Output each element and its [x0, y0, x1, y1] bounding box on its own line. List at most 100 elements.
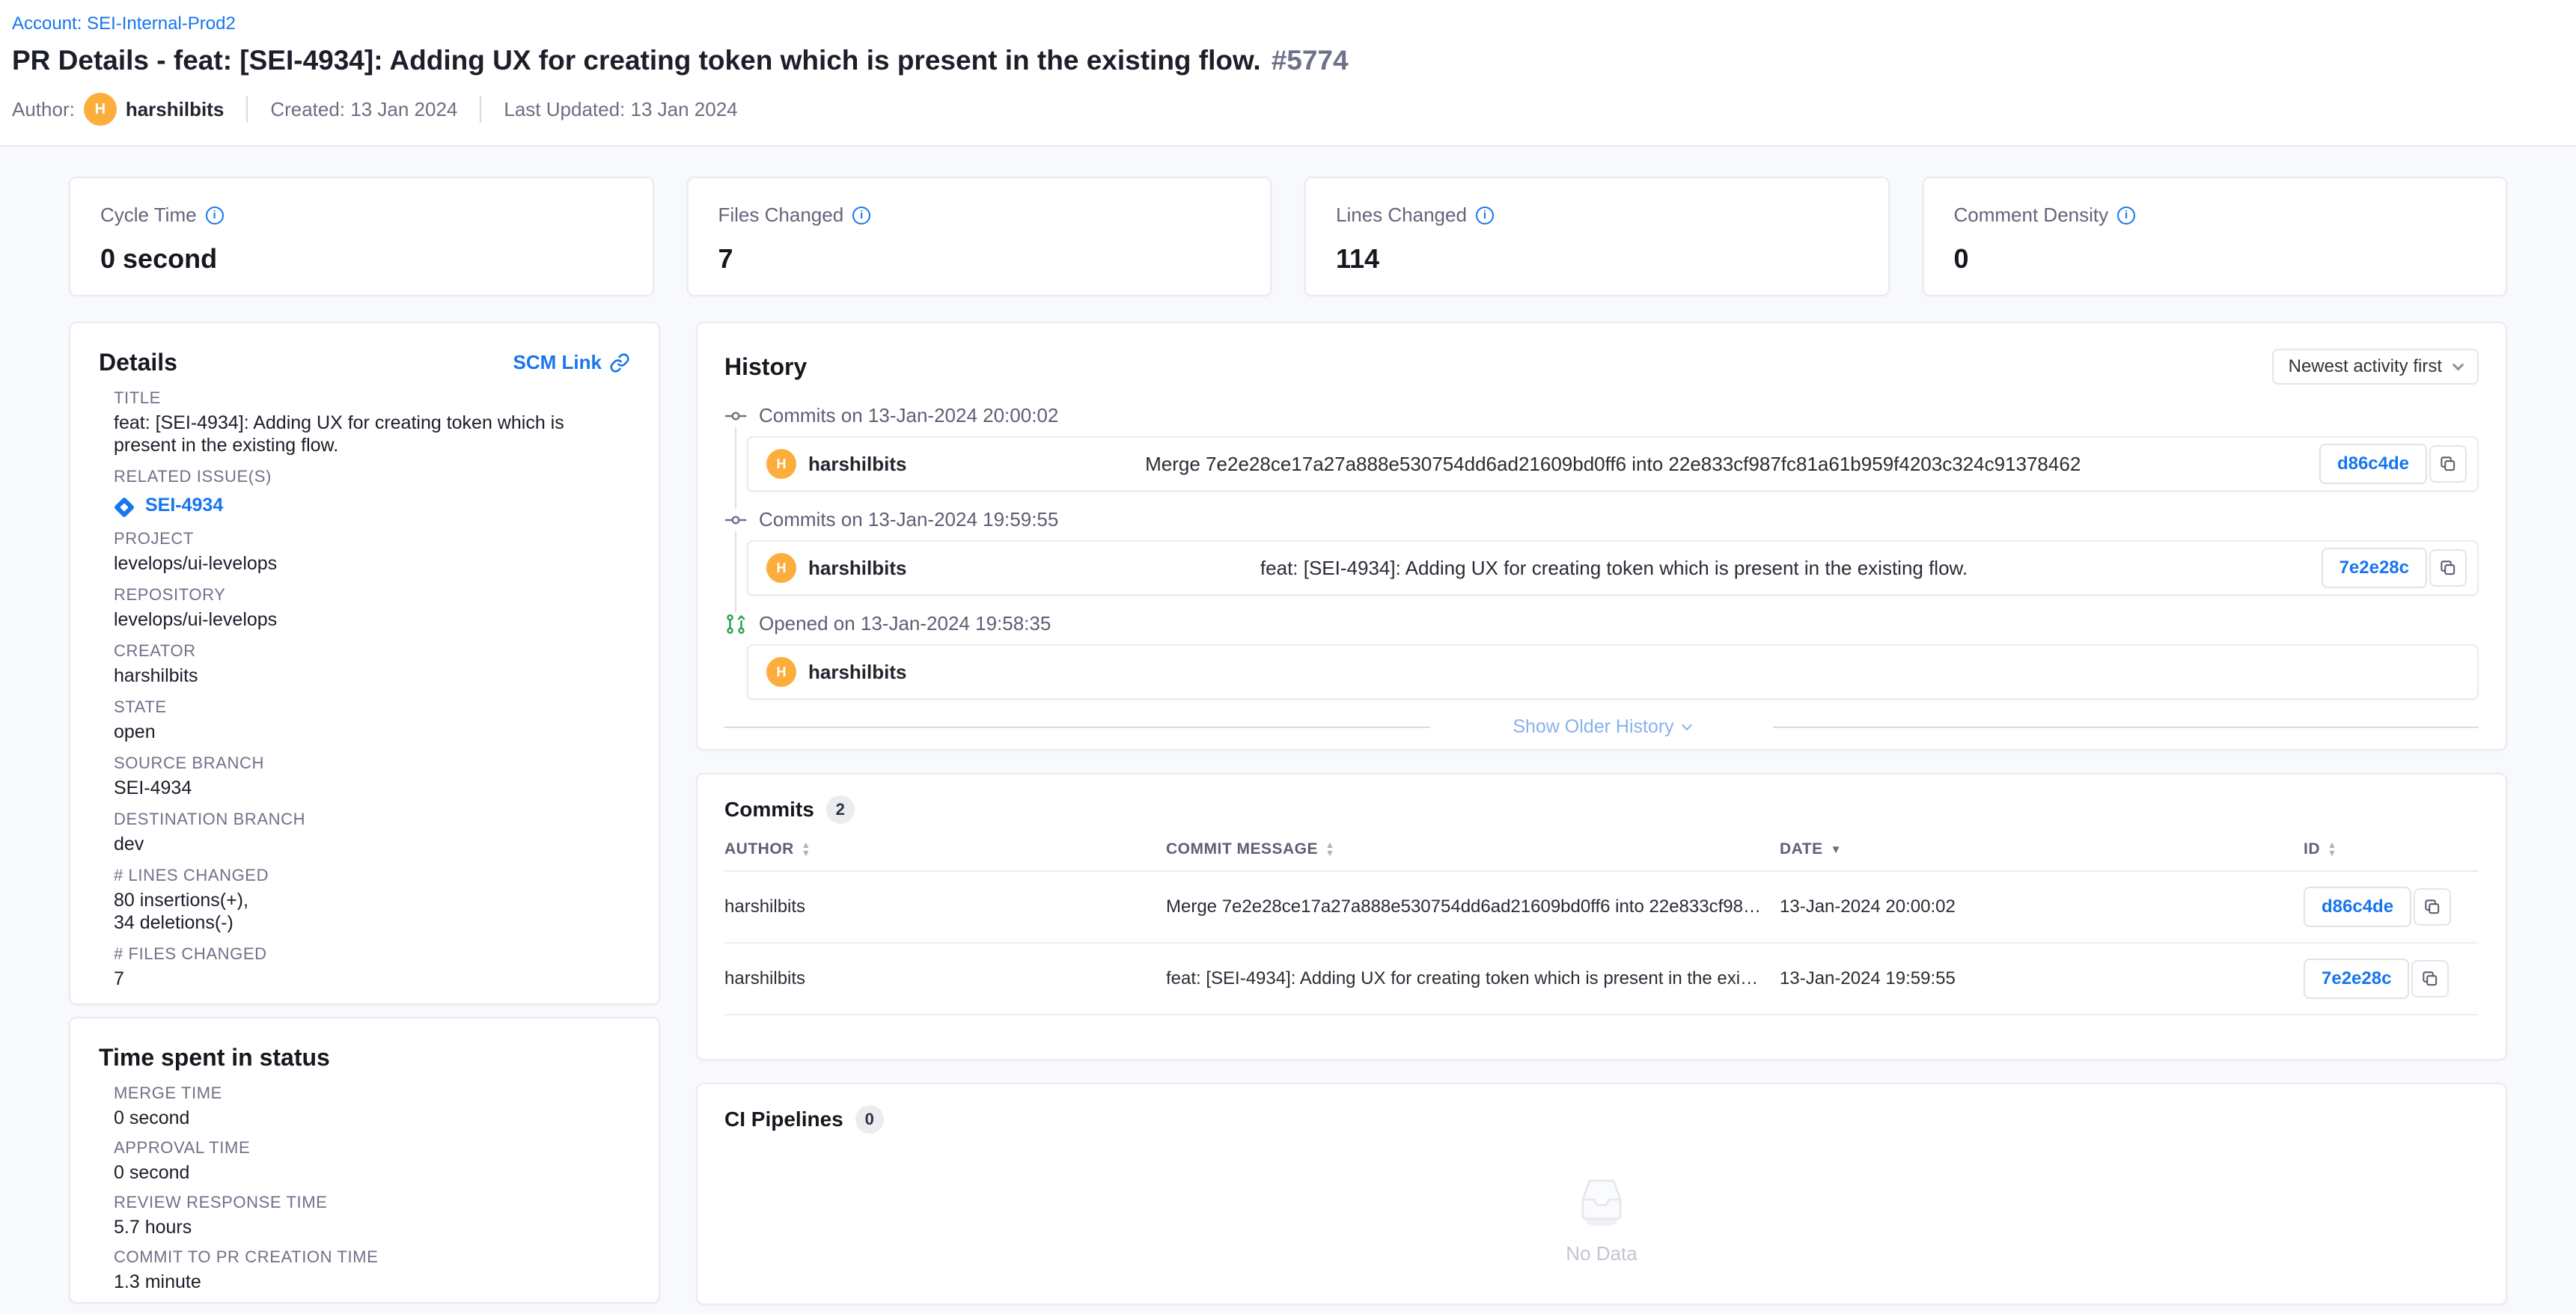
column-header-id[interactable]: ID [2304, 840, 2479, 858]
show-older-row: Show Older History [724, 716, 2479, 738]
inbox-icon [1569, 1167, 1634, 1232]
page-content: Cycle Time 0 second Files Changed 7 Line… [0, 147, 2576, 1305]
copy-icon[interactable] [2429, 549, 2467, 587]
account-breadcrumb-link[interactable]: Account: SEI-Internal-Prod2 [12, 13, 236, 34]
history-heading: History [724, 353, 807, 381]
commit-date: 13-Jan-2024 19:59:55 [1780, 968, 2304, 989]
metric-label: Comment Density [1954, 204, 2109, 227]
metric-value: 114 [1336, 243, 1858, 275]
column-header-commit-message[interactable]: COMMIT MESSAGE [1166, 840, 1780, 858]
detail-field-related-issues: RELATED ISSUE(S) SEI-4934 [114, 467, 630, 519]
time-field-review-response: REVIEW RESPONSE TIME 5.7 hours [114, 1193, 630, 1238]
metric-card-comment-density: Comment Density 0 [1923, 177, 2508, 296]
commit-hash-button[interactable]: d86c4de [2319, 444, 2427, 484]
history-event-card: H harshilbits Merge 7e2e28ce17a27a888e53… [747, 436, 2479, 492]
show-older-label: Show Older History [1513, 716, 1673, 738]
avatar: H [766, 657, 796, 687]
column-header-date[interactable]: DATE [1780, 840, 2304, 858]
info-icon[interactable] [206, 207, 224, 224]
copy-icon[interactable] [2429, 445, 2467, 483]
time-field-approval: APPROVAL TIME 0 second [114, 1138, 630, 1184]
metrics-row: Cycle Time 0 second Files Changed 7 Line… [69, 177, 2507, 296]
detail-field-lines-changed: # LINES CHANGED 80 insertions(+), 34 del… [114, 866, 630, 934]
ci-pipelines-panel: CI Pipelines 0 No Data [696, 1083, 2507, 1305]
details-heading: Details [99, 349, 177, 376]
sort-arrows-icon [2328, 841, 2337, 858]
ci-empty-state: No Data [724, 1150, 2479, 1283]
history-sort-dropdown[interactable]: Newest activity first [2272, 349, 2479, 385]
sort-arrows-icon [1325, 841, 1334, 858]
commit-table-row: harshilbits feat: [SEI-4934]: Adding UX … [724, 944, 2479, 1015]
related-issue-link[interactable]: SEI-4934 [114, 495, 223, 516]
copy-icon[interactable] [2414, 888, 2451, 926]
metric-card-lines-changed: Lines Changed 114 [1304, 177, 1890, 296]
metric-label: Lines Changed [1336, 204, 1467, 227]
scm-link-label: SCM Link [513, 351, 602, 374]
commit-hash-button[interactable]: d86c4de [2304, 887, 2411, 927]
author-name: harshilbits [808, 453, 906, 476]
column-header-author[interactable]: AUTHOR [724, 840, 1166, 858]
time-spent-panel: Time spent in status MERGE TIME 0 second… [69, 1017, 660, 1304]
info-icon[interactable] [2117, 207, 2135, 224]
details-panel: Details SCM Link [69, 322, 660, 1005]
ci-pipelines-count-badge: 0 [855, 1105, 884, 1134]
divider [724, 727, 1430, 728]
history-event-commit-1: Commits on 13-Jan-2024 20:00:02 H harshi… [724, 404, 2479, 492]
show-older-history-button[interactable]: Show Older History [1513, 716, 1690, 738]
pr-meta-row: Author: H harshilbits Created: 13 Jan 20… [12, 93, 2561, 126]
commits-count-badge: 2 [826, 795, 855, 824]
history-event-card: H harshilbits feat: [SEI-4934]: Adding U… [747, 540, 2479, 596]
detail-field-destination-branch: DESTINATION BRANCH dev [114, 810, 630, 855]
commit-message: feat: [SEI-4934]: Adding UX for creating… [906, 557, 2321, 580]
sort-dropdown-value: Newest activity first [2289, 356, 2442, 377]
scm-link[interactable]: SCM Link [513, 351, 630, 374]
metric-card-cycle-time: Cycle Time 0 second [69, 177, 654, 296]
commit-message: feat: [SEI-4934]: Adding UX for creating… [1166, 968, 1780, 989]
time-field-merge: MERGE TIME 0 second [114, 1084, 630, 1129]
detail-field-repository: REPOSITORY levelops/ui-levelops [114, 585, 630, 631]
link-icon [609, 352, 630, 373]
history-panel: History Newest activity first [696, 322, 2507, 751]
time-field-commit-to-pr: COMMIT TO PR CREATION TIME 1.3 minute [114, 1247, 630, 1293]
commit-author: harshilbits [724, 896, 1166, 917]
detail-field-creator: CREATOR harshilbits [114, 641, 630, 687]
commit-hash-button[interactable]: 7e2e28c [2304, 959, 2409, 999]
commit-table-row: harshilbits Merge 7e2e28ce17a27a888e5307… [724, 872, 2479, 944]
author-avatar: H [84, 93, 117, 126]
commit-message: Merge 7e2e28ce17a27a888e530754dd6ad21609… [906, 453, 2319, 476]
author-name: harshilbits [808, 661, 906, 684]
git-commit-icon [724, 405, 747, 427]
divider [246, 96, 248, 123]
history-event-opened: Opened on 13-Jan-2024 19:58:35 H harshil… [724, 612, 2479, 700]
chevron-down-icon [2453, 358, 2464, 370]
metric-value: 7 [718, 243, 1241, 275]
commit-hash-button[interactable]: 7e2e28c [2322, 548, 2427, 588]
sort-desc-icon [1831, 843, 1842, 856]
metric-card-files-changed: Files Changed 7 [687, 177, 1272, 296]
detail-field-title: TITLE feat: [SEI-4934]: Adding UX for cr… [114, 388, 630, 456]
no-data-label: No Data [1566, 1242, 1637, 1265]
copy-icon[interactable] [2411, 960, 2449, 997]
info-icon[interactable] [852, 207, 870, 224]
detail-field-source-branch: SOURCE BRANCH SEI-4934 [114, 754, 630, 799]
commit-author: harshilbits [724, 968, 1166, 989]
page-title-text: PR Details - feat: [SEI-4934]: Adding UX… [12, 45, 1261, 76]
metric-label: Files Changed [718, 204, 844, 227]
author-name: harshilbits [808, 557, 906, 580]
info-icon[interactable] [1476, 207, 1494, 224]
git-pull-request-icon [724, 613, 747, 635]
page-header: Account: SEI-Internal-Prod2 PR Details -… [0, 0, 2576, 147]
metric-value: 0 [1954, 243, 2476, 275]
commits-panel: Commits 2 AUTHOR COMMIT MESSAGE DATE [696, 773, 2507, 1060]
avatar: H [766, 553, 796, 583]
commit-date: 13-Jan-2024 20:00:02 [1780, 896, 2304, 917]
detail-field-files-changed: # FILES CHANGED 7 [114, 944, 630, 990]
commit-message: Merge 7e2e28ce17a27a888e530754dd6ad21609… [1166, 896, 1780, 917]
detail-field-state: STATE open [114, 697, 630, 743]
metric-label: Cycle Time [100, 204, 197, 227]
avatar: H [766, 449, 796, 479]
divider [1773, 727, 2479, 728]
git-commit-icon [724, 509, 747, 531]
author-label: Author: [12, 98, 75, 121]
history-event-label: Commits on 13-Jan-2024 20:00:02 [759, 404, 1058, 427]
